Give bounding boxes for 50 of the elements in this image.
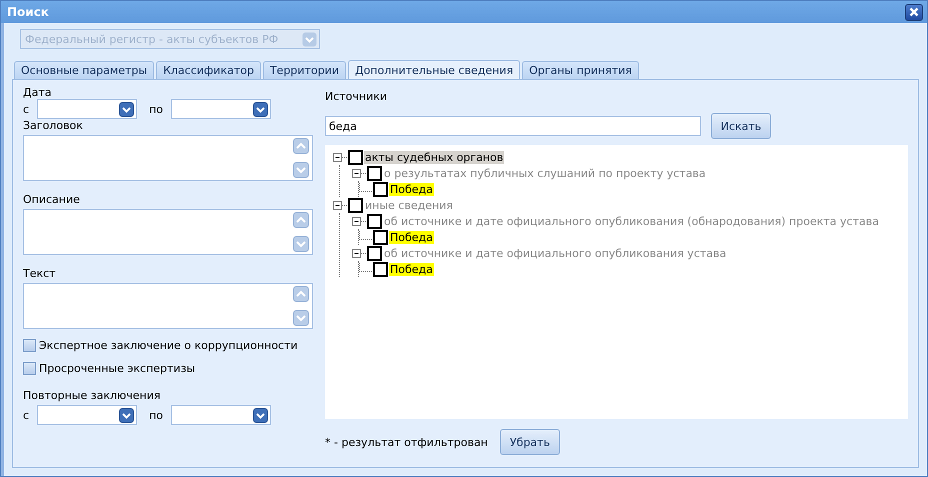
sources-label: Источники [325, 90, 388, 103]
tree-checkbox[interactable] [373, 230, 388, 244]
tree-checkbox[interactable] [367, 246, 382, 260]
tab[interactable]: Основные параметры [14, 61, 154, 79]
checkbox[interactable] [23, 362, 36, 375]
date-dropdown[interactable] [37, 405, 138, 425]
close-icon [909, 7, 919, 17]
collapse-icon[interactable] [352, 216, 367, 226]
tree-checkbox[interactable] [373, 182, 388, 196]
tab[interactable]: Территории [262, 61, 346, 79]
tree-item[interactable]: Победа [389, 230, 434, 244]
from-label: с [23, 408, 30, 422]
tree-connector-icon [359, 183, 373, 195]
checkbox-label: Экспертное заключение о коррупционности [39, 339, 298, 352]
tab[interactable]: Дополнительные сведения [348, 60, 520, 80]
field-label: Описание [23, 193, 81, 206]
checkbox-label: Просроченные экспертизы [39, 362, 196, 375]
field-label: Текст [23, 267, 57, 280]
tree-connector-icon [359, 231, 373, 243]
tab[interactable]: Органы принятия [522, 61, 639, 79]
collapse-icon[interactable] [333, 200, 348, 210]
tree-connector-icon [359, 263, 373, 275]
window-title: Поиск [7, 5, 49, 19]
from-label: с [23, 102, 30, 116]
tree-checkbox[interactable] [348, 150, 363, 164]
field-label: Заголовок [23, 119, 84, 132]
search-field[interactable]: беда [325, 116, 701, 136]
collapse-icon[interactable] [352, 168, 367, 178]
checkbox[interactable] [23, 339, 36, 352]
remove-button[interactable]: Убрать [500, 429, 560, 455]
to-label: по [149, 102, 163, 116]
date-dropdown[interactable] [37, 99, 138, 119]
tree-item[interactable]: Победа [389, 182, 434, 196]
collapse-icon[interactable] [333, 152, 348, 162]
to-label: по [149, 408, 163, 422]
tree-checkbox[interactable] [348, 198, 363, 212]
tree-item[interactable]: Победа [389, 262, 434, 276]
date-dropdown[interactable] [170, 405, 271, 425]
tab[interactable]: Классификатор [156, 61, 261, 79]
search-button[interactable]: Искать [711, 113, 771, 139]
date-dropdown[interactable] [170, 99, 271, 119]
tree-checkbox[interactable] [367, 214, 382, 228]
date-label: Дата [23, 86, 52, 99]
tree-checkbox[interactable] [367, 166, 382, 180]
filter-note: * - результат отфильтрован [325, 436, 488, 448]
close-button[interactable] [905, 4, 923, 20]
tree-item[interactable]: акты судебных органов [364, 150, 504, 164]
collapse-icon[interactable] [352, 248, 367, 258]
repeat-label: Повторные заключения [23, 389, 162, 402]
tree-checkbox[interactable] [373, 262, 388, 276]
